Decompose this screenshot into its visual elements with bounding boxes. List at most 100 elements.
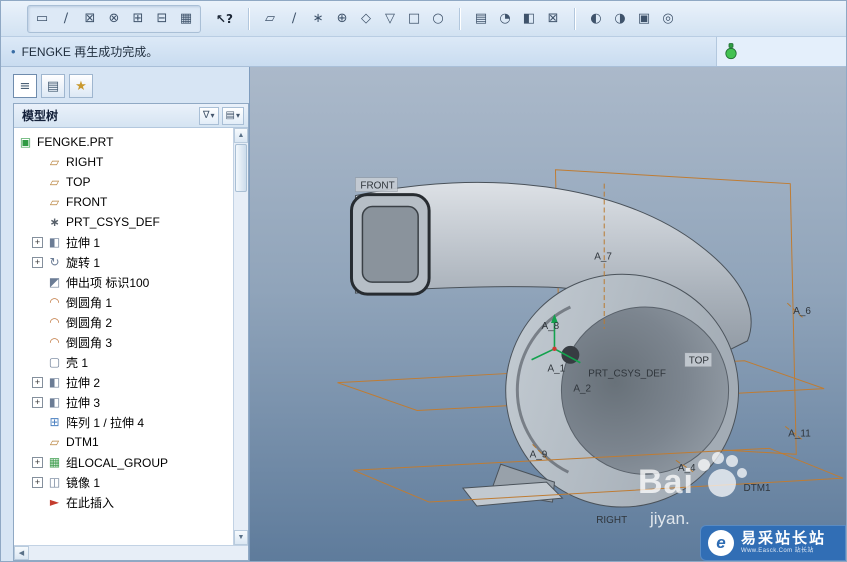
datum-label-right[interactable]: RIGHT [596, 515, 627, 526]
axis-label-a1[interactable]: A_1 [548, 364, 566, 375]
round-icon: ◠ [49, 315, 60, 329]
layers-icon[interactable]: ▤ [470, 8, 492, 30]
datum-axis-tool-icon[interactable]: ∕ [283, 8, 305, 30]
csys-label[interactable]: PRT_CSYS_DEF [588, 369, 666, 380]
select-box-icon[interactable]: ▭ [31, 8, 53, 30]
constraint-icon[interactable]: ⊗ [103, 8, 125, 30]
tree-item[interactable]: ▢ 壳 1 [14, 352, 233, 372]
chevron-down-icon: ▾ [210, 111, 215, 120]
tree-filter-button[interactable]: ∇ ▾ [198, 106, 219, 125]
tree-item[interactable]: ▱ DTM1 [14, 432, 233, 452]
tree-settings-button[interactable]: ▤ ▾ [221, 106, 244, 125]
model-tree-area: ▣ FENGKE.PRT ▱ RIGHT ▱ TOP ▱ FRONT ∗ PRT… [14, 128, 248, 545]
section-icon[interactable]: ◧ [518, 8, 540, 30]
grid-on-icon[interactable]: ⊞ [127, 8, 149, 30]
axis-label-a7[interactable]: A_7 [594, 251, 612, 262]
tree-item[interactable]: + ◧ 拉伸 3 [14, 392, 233, 412]
tree-item[interactable]: + ◫ 镜像 1 [14, 472, 233, 492]
model-base-plate[interactable] [461, 481, 564, 507]
3d-canvas[interactable]: FRONT A_7 A_6 A_8 A_1 TOP PRT_CSYS_DEF A… [250, 67, 846, 562]
tree-item[interactable]: ▱ TOP [14, 172, 233, 192]
tree-item[interactable]: ◠ 倒圆角 1 [14, 292, 233, 312]
tree-item[interactable]: ◩ 伸出项 标识100 [14, 272, 233, 292]
expand-icon[interactable]: + [32, 376, 43, 388]
line-tool-icon[interactable]: ∕ [55, 8, 77, 30]
tree-item[interactable]: ⊞ 阵列 1 / 拉伸 4 [14, 412, 233, 432]
navigator-panel: ≡ ▤ ★ 模型树 ∇ ▾ ▤ ▾ ▣ FENGKE.PRT ▱ RIGHT ▱… [1, 67, 249, 561]
tree-hscrollbar[interactable]: ◀ [14, 545, 248, 560]
tree-item[interactable]: ◠ 倒圆角 3 [14, 332, 233, 352]
tree-item[interactable]: ▱ RIGHT [14, 152, 233, 172]
datum-label-dtm1[interactable]: DTM1 [744, 483, 772, 494]
expand-icon[interactable]: + [32, 456, 43, 468]
expand-icon[interactable]: + [32, 236, 43, 248]
tree-item[interactable]: + ▦ 组LOCAL_GROUP [14, 452, 233, 472]
axis-display-icon[interactable]: ○ [427, 8, 449, 30]
model-tree-title: 模型树 [22, 109, 59, 123]
datum-plane-tool-icon[interactable]: ▱ [259, 8, 281, 30]
vscroll-thumb[interactable] [235, 144, 247, 192]
context-help-icon[interactable]: ↖? [211, 8, 238, 30]
tree-item-label: TOP [66, 175, 91, 189]
hidden-line-icon[interactable]: ◑ [609, 8, 631, 30]
tab-favorites[interactable]: ★ [69, 74, 93, 98]
sketch-tool-icon[interactable]: ◇ [355, 8, 377, 30]
sketcher-toolbar: ▭ ∕ ⊠ ⊗ ⊞ ⊟ ▦ [27, 4, 201, 33]
mirror-icon: ◫ [48, 475, 61, 489]
scroll-down-icon[interactable]: ▼ [234, 530, 248, 545]
datum-label-front[interactable]: FRONT [360, 181, 394, 192]
tree-item[interactable]: + ◧ 拉伸 1 [14, 232, 233, 252]
round-icon: ◠ [49, 295, 60, 309]
axis-label-a9[interactable]: A_9 [530, 449, 548, 460]
axis-label-a2[interactable]: A_2 [573, 384, 591, 395]
tree-item[interactable]: ▣ FENGKE.PRT [14, 132, 233, 152]
model-tree-header: 模型树 ∇ ▾ ▤ ▾ [14, 104, 248, 128]
no-hidden-icon[interactable]: ▣ [633, 8, 655, 30]
model-tree-box: 模型树 ∇ ▾ ▤ ▾ ▣ FENGKE.PRT ▱ RIGHT ▱ TOP ▱… [13, 103, 249, 561]
chevron-down-icon: ▾ [235, 111, 240, 120]
axis-label-a6[interactable]: A_6 [793, 306, 811, 317]
regen-status-icon[interactable] [725, 43, 737, 60]
site-badge-subtitle: Www.Easck.Com 站长站 [741, 547, 814, 554]
graphics-viewport[interactable]: FRONT A_7 A_6 A_8 A_1 TOP PRT_CSYS_DEF A… [249, 67, 846, 562]
part-icon: ▣ [19, 135, 32, 149]
analysis-icon[interactable]: ⊠ [542, 8, 564, 30]
plane-display-icon[interactable]: □ [403, 8, 425, 30]
tab-model-tree[interactable]: ≡ [13, 74, 37, 98]
expand-icon[interactable]: + [32, 256, 43, 268]
datum-csys-tool-icon[interactable]: ∗ [307, 8, 329, 30]
delete-segment-icon[interactable]: ⊠ [79, 8, 101, 30]
tree-item-label: 在此插入 [66, 495, 115, 510]
extrude-icon: ◧ [48, 375, 61, 389]
tree-item[interactable]: ► 在此插入 [14, 492, 233, 512]
model-inlet-bore[interactable] [361, 205, 419, 283]
tree-item[interactable]: + ↻ 旋转 1 [14, 252, 233, 272]
spin-center-icon[interactable]: ◎ [657, 8, 679, 30]
tree-item[interactable]: + ◧ 拉伸 2 [14, 372, 233, 392]
axis-label-a11[interactable]: A_11 [788, 428, 811, 439]
tree-item-label: 倒圆角 3 [66, 335, 113, 350]
dimension-icon[interactable]: ⊟ [151, 8, 173, 30]
datum-point-tool-icon[interactable]: ⊕ [331, 8, 353, 30]
tree-item-label: 旋转 1 [66, 255, 101, 270]
datum-curve-icon[interactable]: ▽ [379, 8, 401, 30]
model-tree-header-buttons: ∇ ▾ ▤ ▾ [198, 106, 244, 125]
tab-folder-browser[interactable]: ▤ [41, 74, 65, 98]
scroll-left-icon[interactable]: ◀ [14, 546, 29, 560]
expand-icon[interactable]: + [32, 396, 43, 408]
orient-icon[interactable]: ◔ [494, 8, 516, 30]
tree-item[interactable]: ∗ PRT_CSYS_DEF [14, 212, 233, 232]
tree-item[interactable]: ▱ FRONT [14, 192, 233, 212]
datum-label-top[interactable]: TOP [689, 356, 710, 367]
axis-label-a8[interactable]: A_8 [542, 321, 560, 332]
scroll-up-icon[interactable]: ▲ [234, 128, 248, 143]
shade-loops-icon[interactable]: ▦ [175, 8, 197, 30]
vscroll-track[interactable] [234, 193, 248, 530]
view-toolbar: ▤ ◔ ◧ ⊠ [470, 8, 564, 30]
hscroll-track[interactable] [29, 546, 248, 560]
shaded-mode-icon[interactable]: ◐ [585, 8, 607, 30]
axis-label-a4[interactable]: A_4 [678, 463, 696, 474]
expand-icon[interactable]: + [32, 476, 43, 488]
tree-vscrollbar[interactable]: ▲ ▼ [233, 128, 248, 545]
tree-item[interactable]: ◠ 倒圆角 2 [14, 312, 233, 332]
